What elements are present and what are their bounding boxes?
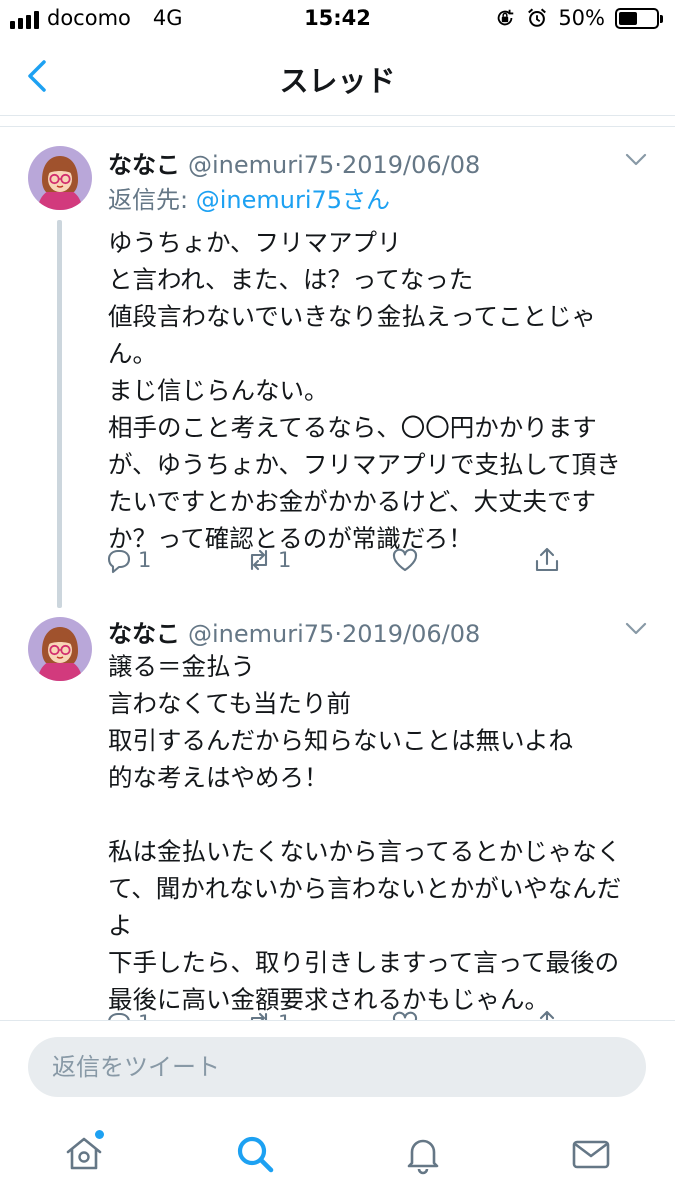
- tweet-text-line: 私は金払いたくないから言ってるとかじゃなく: [108, 837, 622, 866]
- avatar[interactable]: [28, 617, 92, 681]
- status-bar: docomo 4G 15:42 50%: [0, 0, 675, 40]
- home-notification-dot: [95, 1130, 104, 1139]
- tweet-text-line: まじ信じらんない。: [108, 376, 329, 405]
- tweet-text-line: 相手のこと考えてるなら、〇〇円かかります: [108, 413, 597, 442]
- thread-line: [57, 220, 62, 608]
- tweet-text-line: 言わなくても当たり前: [108, 689, 352, 718]
- chevron-down-icon[interactable]: [625, 622, 647, 636]
- reply-icon: [107, 549, 131, 574]
- orientation-lock-icon: [498, 9, 514, 26]
- battery-percent: 50%: [558, 6, 605, 30]
- reply-input[interactable]: [28, 1037, 646, 1097]
- display-name[interactable]: ななこ: [108, 620, 180, 648]
- tweet-text-line: よ: [108, 911, 133, 940]
- tab-notifications[interactable]: [401, 1132, 445, 1176]
- page-title: スレッド: [279, 64, 396, 98]
- separator: ·: [334, 620, 342, 648]
- thread-screen: docomo 4G 15:42 50% スレッド ななこ @inemuri75·…: [0, 0, 675, 1200]
- tweet-text-line: ん。: [108, 339, 157, 368]
- username[interactable]: @inemuri75: [188, 620, 334, 648]
- tab-home[interactable]: [62, 1130, 106, 1176]
- tweet-text-line: て、聞かれないから言わないとかがいやなんだ: [108, 874, 622, 903]
- tweet-header: ななこ @inemuri75·2019/06/08: [108, 614, 655, 648]
- alarm-icon: [528, 8, 547, 27]
- tweet-text-line: たいですとかお金がかかるけど、大丈夫です: [108, 487, 597, 516]
- tweet-text-line: 取引するんだから知らないことは無いよね: [108, 726, 574, 755]
- timestamp[interactable]: 2019/06/08: [342, 620, 480, 648]
- reply-count: 1: [138, 548, 152, 572]
- reply-composer: [0, 1020, 675, 1112]
- tweet-actions: 1 1: [104, 545, 584, 581]
- tweet-text-line: 下手したら、取り引きしますって言って最後の: [108, 948, 620, 977]
- share-button[interactable]: [532, 545, 562, 575]
- tweet-text-line: 値段言わないでいきなり金払えってことじゃ: [108, 302, 597, 331]
- like-button[interactable]: [390, 545, 420, 575]
- search-icon: [237, 1136, 274, 1173]
- username[interactable]: @inemuri75: [188, 151, 334, 179]
- reply-button[interactable]: 1: [104, 545, 151, 575]
- tweet-text: ゆうちょか、フリマアプリ と言われ、また、は？ってなった 値段言わないでいきなり…: [108, 224, 655, 557]
- nav-bar: スレッド: [0, 40, 675, 116]
- tweet-text: 譲る＝金払う 言わなくても当たり前 取引するんだから知らないことは無いよね 的な…: [108, 648, 655, 1018]
- share-icon: [535, 547, 559, 572]
- tweet-text-line: [108, 796, 655, 833]
- tab-search[interactable]: [233, 1132, 277, 1176]
- battery-icon: [615, 7, 663, 29]
- separator: ·: [334, 151, 342, 179]
- tweet-header: ななこ @inemuri75·2019/06/08: [108, 145, 655, 179]
- timestamp[interactable]: 2019/06/08: [342, 151, 480, 179]
- mail-icon: [572, 1140, 610, 1169]
- avatar-illustration: [28, 146, 92, 210]
- avatar[interactable]: [28, 146, 92, 210]
- tweet-text-line: 的な考えはやめろ！: [108, 763, 329, 792]
- tweet-text-line: ゆうちょか、フリマアプリ: [108, 228, 402, 257]
- display-name[interactable]: ななこ: [108, 151, 180, 179]
- tweet-text-line: が、ゆうちょか、フリマアプリで支払して頂き: [108, 450, 621, 479]
- reply-label: 返信先:: [108, 186, 196, 214]
- retweet-button[interactable]: 1: [244, 545, 291, 575]
- tab-messages[interactable]: [569, 1132, 613, 1176]
- tweet-text-line: 譲る＝金払う: [108, 652, 255, 681]
- divider: [0, 126, 675, 127]
- retweet-count: 1: [278, 548, 292, 572]
- bell-icon: [407, 1139, 439, 1175]
- reply-mention[interactable]: @inemuri75さん: [196, 186, 390, 214]
- heart-icon: [392, 548, 418, 572]
- avatar-illustration: [28, 617, 92, 681]
- tweet-text-line: と言われ、また、は？ってなった: [108, 265, 474, 294]
- reply-context: 返信先: @inemuri75さん: [108, 180, 390, 215]
- tab-bar: [0, 1112, 675, 1200]
- retweet-icon: [250, 549, 268, 571]
- chevron-down-icon[interactable]: [625, 153, 647, 167]
